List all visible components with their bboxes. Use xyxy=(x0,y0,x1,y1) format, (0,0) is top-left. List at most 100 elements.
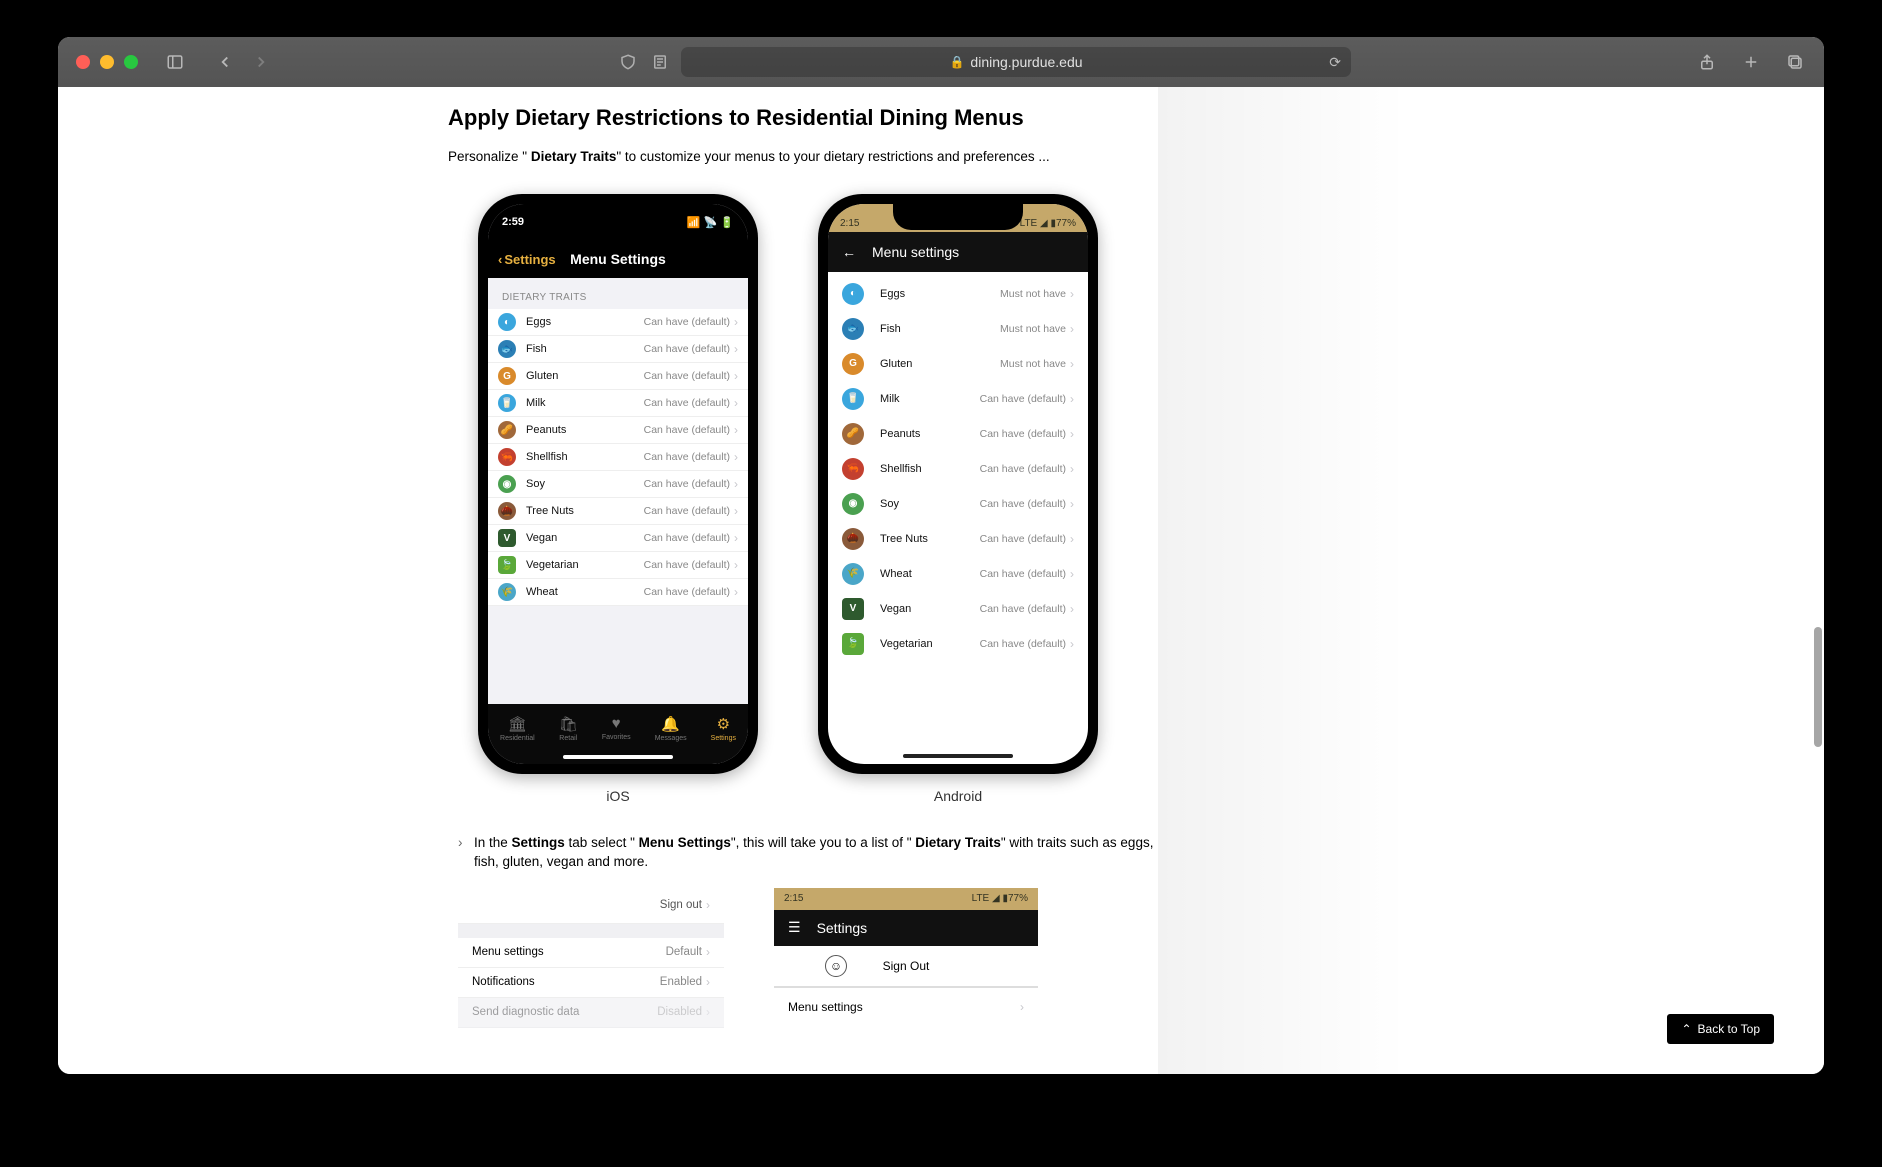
trait-value: Can have (default) xyxy=(644,451,730,463)
home-indicator xyxy=(563,755,673,759)
ios-trait-row[interactable]: 🍃 Vegetarian Can have (default) › xyxy=(488,552,748,579)
ios-trait-row[interactable]: 🦐 Shellfish Can have (default) › xyxy=(488,444,748,471)
lower-ios-setting-row[interactable]: Menu settings Default › xyxy=(458,938,724,968)
ios-trait-row[interactable]: 🥜 Peanuts Can have (default) › xyxy=(488,417,748,444)
trait-icon: 🥜 xyxy=(498,421,516,439)
android-trait-row[interactable]: 🥜 Peanuts Can have (default) › xyxy=(828,416,1088,451)
android-trait-row[interactable]: 🌰 Tree Nuts Can have (default) › xyxy=(828,521,1088,556)
url-text: dining.purdue.edu xyxy=(970,54,1082,70)
ios-trait-row[interactable]: 🌾 Wheat Can have (default) › xyxy=(488,579,748,606)
phones-row: 2:59 📶 📡 🔋 ‹ Settings Menu Settings DIET… xyxy=(478,194,1168,804)
hamburger-icon[interactable]: ☰ xyxy=(788,919,801,936)
trait-name: Gluten xyxy=(526,370,644,382)
lower-android-signout[interactable]: ☺ Sign Out xyxy=(774,946,1038,988)
minimize-window-button[interactable] xyxy=(100,55,114,69)
trait-icon: V xyxy=(842,598,864,620)
lower-android-menu-settings-row[interactable]: Menu settings › xyxy=(774,988,1038,1026)
trait-value: Can have (default) xyxy=(980,428,1066,440)
page-scroll[interactable]: Apply Dietary Restrictions to Residentia… xyxy=(58,87,1824,1074)
lower-ios-setting-row[interactable]: Send diagnostic data Disabled › xyxy=(458,998,724,1028)
chevron-right-icon: › xyxy=(734,450,738,464)
article-lead: Personalize " Dietary Traits" to customi… xyxy=(448,149,1168,164)
chevron-right-icon: › xyxy=(734,585,738,599)
setting-value: Disabled xyxy=(657,1006,702,1018)
back-to-top-button[interactable]: ⌃ Back to Top xyxy=(1667,1014,1774,1044)
chevron-right-icon: › xyxy=(706,945,710,959)
android-trait-row[interactable]: 🌾 Wheat Can have (default) › xyxy=(828,556,1088,591)
privacy-shield-icon[interactable] xyxy=(617,51,639,73)
chevron-up-icon: ⌃ xyxy=(1681,1022,1691,1036)
tab-icon: 🔔 xyxy=(661,715,680,733)
share-icon[interactable] xyxy=(1696,51,1718,73)
lower-android-screenshot: 2:15 LTE ◢ ▮77% ☰ Settings ☺ Sign Out xyxy=(774,888,1038,1028)
ios-tab-retail[interactable]: 🛍 Retail xyxy=(559,715,578,742)
url-bar[interactable]: 🔒 dining.purdue.edu ⟳ xyxy=(681,47,1351,77)
home-indicator xyxy=(903,754,1013,758)
android-nav-bar: ← Menu settings xyxy=(828,232,1088,272)
close-window-button[interactable] xyxy=(76,55,90,69)
android-time: 2:15 xyxy=(840,218,859,229)
android-trait-row[interactable]: 🦐 Shellfish Can have (default) › xyxy=(828,451,1088,486)
trait-name: Vegan xyxy=(880,603,980,615)
android-status-icons: LTE ◢ ▮77% xyxy=(1020,218,1076,229)
reader-mode-icon[interactable] xyxy=(649,51,671,73)
trait-value: Must not have xyxy=(1000,358,1066,370)
android-back-arrow-icon[interactable]: ← xyxy=(842,244,856,260)
nav-arrows xyxy=(214,51,272,73)
url-region: 🔒 dining.purdue.edu ⟳ xyxy=(280,47,1688,77)
new-tab-icon[interactable] xyxy=(1740,51,1762,73)
ios-trait-row[interactable]: ◐ Eggs Can have (default) › xyxy=(488,309,748,336)
trait-icon: ◐ xyxy=(842,283,864,305)
trait-icon: 🌰 xyxy=(498,502,516,520)
ios-trait-row[interactable]: V Vegan Can have (default) › xyxy=(488,525,748,552)
ios-back-button[interactable]: ‹ Settings xyxy=(498,252,556,267)
ios-tab-favorites[interactable]: ♥ Favorites xyxy=(602,715,631,741)
chevron-right-icon: › xyxy=(706,1005,710,1019)
tab-label: Favorites xyxy=(602,734,631,741)
trait-icon: ◐ xyxy=(498,313,516,331)
tab-label: Retail xyxy=(559,735,577,742)
fullscreen-window-button[interactable] xyxy=(124,55,138,69)
browser-window: 🔒 dining.purdue.edu ⟳ Apply Dietary Rest… xyxy=(58,37,1824,1074)
chevron-right-icon: › xyxy=(734,342,738,356)
android-caption: Android xyxy=(934,788,982,804)
android-trait-row[interactable]: ◉ Soy Can have (default) › xyxy=(828,486,1088,521)
chevron-right-icon: › xyxy=(1070,497,1074,511)
ios-trait-row[interactable]: 🐟 Fish Can have (default) › xyxy=(488,336,748,363)
lower-ios-setting-row[interactable]: Notifications Enabled › xyxy=(458,968,724,998)
ios-trait-row[interactable]: G Gluten Can have (default) › xyxy=(488,363,748,390)
tabs-overview-icon[interactable] xyxy=(1784,51,1806,73)
tab-icon: 🛍 xyxy=(559,715,578,733)
forward-button[interactable] xyxy=(250,51,272,73)
android-trait-row[interactable]: G Gluten Must not have › xyxy=(828,346,1088,381)
chevron-right-icon: › xyxy=(734,531,738,545)
chevron-right-icon: › xyxy=(706,975,710,989)
tab-icon: ♥ xyxy=(612,715,621,732)
ios-signout-row[interactable]: Sign out › xyxy=(458,888,724,924)
sidebar-toggle-icon[interactable] xyxy=(164,51,186,73)
ios-tab-settings[interactable]: ⚙ Settings xyxy=(711,715,736,742)
reload-icon[interactable]: ⟳ xyxy=(1329,54,1341,71)
android-phone-mockup: 2:15 LTE ◢ ▮77% ← Menu settings ◐ Eggs M… xyxy=(818,194,1098,774)
ios-nav-title: Menu Settings xyxy=(570,251,666,267)
ios-trait-row[interactable]: 🥛 Milk Can have (default) › xyxy=(488,390,748,417)
ios-trait-row[interactable]: ◉ Soy Can have (default) › xyxy=(488,471,748,498)
trait-name: Soy xyxy=(880,498,980,510)
ios-tab-messages[interactable]: 🔔Messages xyxy=(655,715,687,742)
trait-value: Can have (default) xyxy=(644,316,730,328)
back-button[interactable] xyxy=(214,51,236,73)
tab-icon: ⚙ xyxy=(717,715,730,733)
android-trait-row[interactable]: ◐ Eggs Must not have › xyxy=(828,276,1088,311)
chevron-right-icon: › xyxy=(1070,287,1074,301)
chevron-right-icon: › xyxy=(1070,532,1074,546)
android-trait-row[interactable]: 🐟 Fish Must not have › xyxy=(828,311,1088,346)
chevron-right-icon: › xyxy=(734,315,738,329)
lower-android-nav: ☰ Settings xyxy=(774,910,1038,946)
ios-tab-residential[interactable]: 🏛Residential xyxy=(500,715,535,742)
scrollbar-thumb[interactable] xyxy=(1814,627,1822,747)
android-trait-row[interactable]: 🥛 Milk Can have (default) › xyxy=(828,381,1088,416)
android-trait-row[interactable]: 🍃 Vegetarian Can have (default) › xyxy=(828,626,1088,661)
android-trait-row[interactable]: V Vegan Can have (default) › xyxy=(828,591,1088,626)
tab-label: Settings xyxy=(711,735,736,742)
ios-trait-row[interactable]: 🌰 Tree Nuts Can have (default) › xyxy=(488,498,748,525)
